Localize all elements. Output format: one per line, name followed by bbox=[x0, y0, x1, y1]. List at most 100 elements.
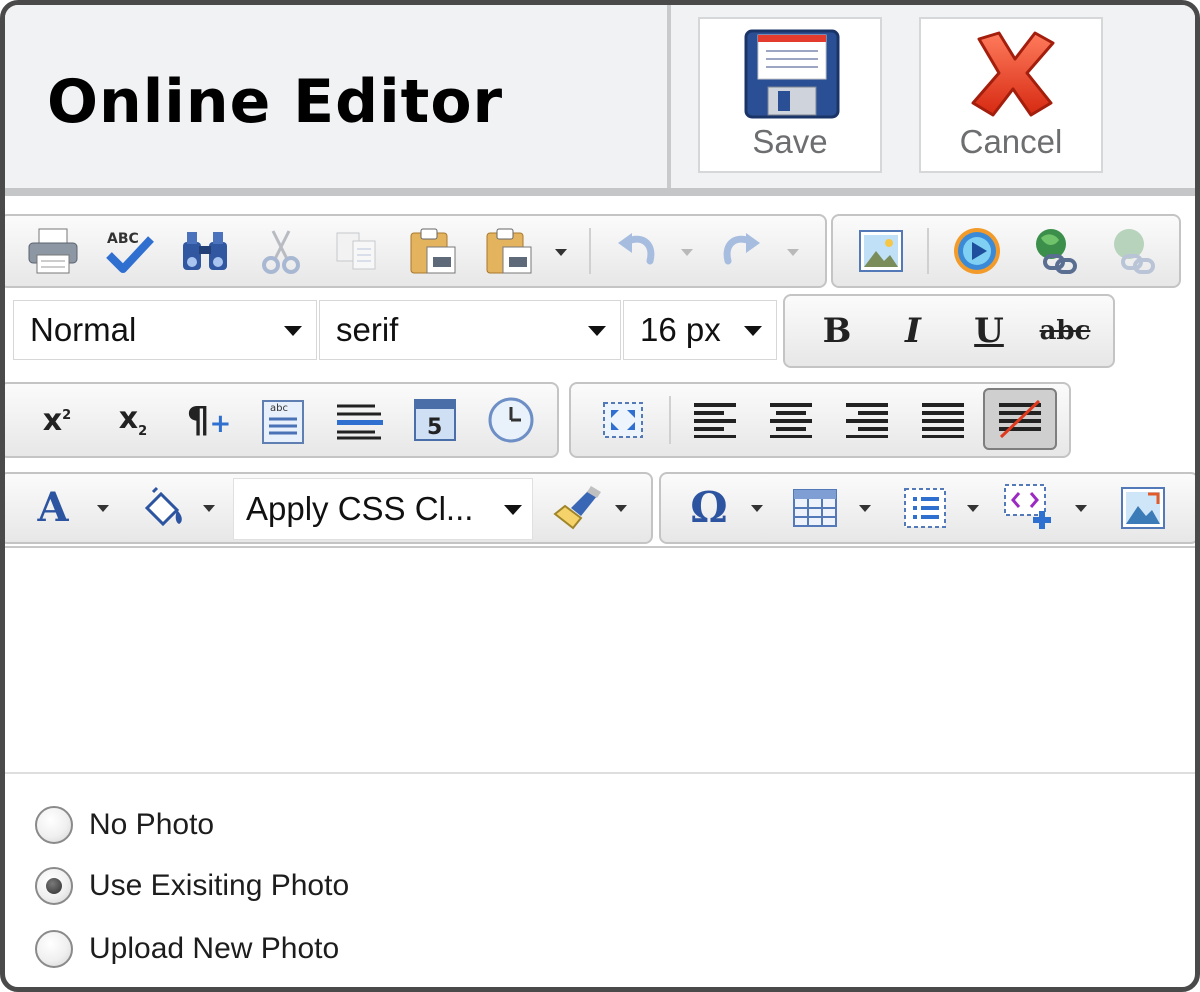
redo-icon bbox=[723, 233, 760, 265]
justify-button[interactable] bbox=[911, 384, 975, 456]
format-painter-icon bbox=[553, 486, 601, 530]
insert-rule-button[interactable] bbox=[327, 384, 391, 456]
template-button[interactable]: abc bbox=[251, 384, 315, 456]
radio-button-selected[interactable] bbox=[35, 867, 73, 905]
remove-format-button[interactable] bbox=[983, 388, 1057, 450]
header-separator bbox=[5, 188, 1195, 196]
undo-icon bbox=[618, 233, 655, 265]
image-manager-icon bbox=[1121, 487, 1165, 529]
radio-label: No Photo bbox=[89, 808, 215, 841]
insert-list-button[interactable] bbox=[893, 474, 957, 542]
toolbar-group-clipboard: ABC bbox=[5, 214, 827, 288]
format-select[interactable]: Normal bbox=[13, 300, 317, 360]
select-all-icon bbox=[603, 402, 643, 438]
snippet-dropdown-arrow[interactable] bbox=[1075, 505, 1087, 512]
align-right-icon bbox=[846, 403, 888, 438]
toolbar-separator bbox=[669, 396, 671, 444]
radio-upload-new-photo[interactable]: Upload New Photo bbox=[35, 927, 339, 971]
spellcheck-button[interactable]: ABC bbox=[97, 216, 161, 286]
undo-dropdown-arrow[interactable] bbox=[681, 249, 693, 256]
radio-button[interactable] bbox=[35, 930, 73, 968]
list-icon bbox=[904, 488, 946, 528]
insert-link-button[interactable] bbox=[1023, 216, 1087, 286]
radio-button[interactable] bbox=[35, 806, 73, 844]
red-x-icon bbox=[965, 29, 1061, 123]
paragraph-button[interactable]: ¶+ bbox=[177, 384, 241, 456]
scissors-icon bbox=[262, 230, 300, 274]
format-painter-button[interactable] bbox=[547, 474, 607, 542]
insert-code-icon bbox=[1004, 484, 1051, 529]
bold-button[interactable]: B bbox=[805, 296, 869, 366]
insert-date-button[interactable]: 5 bbox=[403, 384, 467, 456]
table-dropdown-arrow[interactable] bbox=[859, 505, 871, 512]
strikethrough-button[interactable]: abc bbox=[1033, 296, 1097, 366]
editor-window: Online Editor Save Cancel ABC Normal ser… bbox=[0, 0, 1200, 992]
special-char-dropdown-arrow[interactable] bbox=[751, 505, 763, 512]
media-player-icon bbox=[954, 228, 1000, 274]
font-color-button[interactable]: A bbox=[25, 474, 81, 542]
align-left-icon bbox=[694, 403, 736, 438]
horizontal-rule-icon bbox=[337, 404, 383, 440]
clock-icon bbox=[488, 397, 534, 443]
redo-dropdown-arrow[interactable] bbox=[787, 249, 799, 256]
italic-button[interactable]: I bbox=[881, 296, 945, 366]
css-class-select[interactable]: Apply CSS Cl... bbox=[233, 478, 533, 540]
insert-image-button[interactable] bbox=[849, 216, 913, 286]
subscript-button[interactable]: x2 bbox=[101, 384, 165, 456]
radio-no-photo[interactable]: No Photo bbox=[35, 803, 214, 847]
chevron-down-icon bbox=[284, 326, 302, 336]
copy-icon bbox=[336, 232, 376, 270]
svg-text:5: 5 bbox=[427, 415, 442, 440]
print-button[interactable] bbox=[21, 216, 85, 286]
toolbar-group-style: B I U abc bbox=[783, 294, 1115, 368]
paste-button[interactable] bbox=[401, 216, 465, 286]
chevron-down-icon bbox=[744, 326, 762, 336]
copy-button[interactable] bbox=[325, 216, 389, 286]
paste-icon bbox=[410, 228, 456, 274]
toolbar-group-paragraph: x2 x2 ¶+ abc 5 bbox=[5, 382, 559, 458]
insert-time-button[interactable] bbox=[479, 384, 543, 456]
radio-label: Use Exisiting Photo bbox=[89, 869, 350, 902]
save-label: Save bbox=[752, 123, 828, 160]
list-dropdown-arrow[interactable] bbox=[967, 505, 979, 512]
header-divider bbox=[667, 5, 671, 193]
paste-special-icon bbox=[486, 228, 532, 274]
align-left-button[interactable] bbox=[683, 384, 747, 456]
format-painter-dropdown-arrow[interactable] bbox=[615, 505, 627, 512]
cut-button[interactable] bbox=[249, 216, 313, 286]
editor-content-area[interactable] bbox=[5, 546, 1195, 773]
justify-icon bbox=[922, 403, 964, 438]
toolbar-group-align bbox=[569, 382, 1071, 458]
highlight-color-button[interactable] bbox=[133, 474, 193, 542]
table-icon bbox=[793, 489, 837, 527]
cancel-button[interactable]: Cancel bbox=[919, 17, 1103, 173]
insert-snippet-button[interactable] bbox=[997, 474, 1061, 542]
image-manager-button[interactable] bbox=[1111, 474, 1175, 542]
svg-text:ABC: ABC bbox=[107, 231, 139, 247]
find-button[interactable] bbox=[173, 216, 237, 286]
undo-button[interactable] bbox=[605, 216, 669, 286]
font-family-select[interactable]: serif bbox=[319, 300, 621, 360]
special-char-button[interactable]: Ω bbox=[677, 474, 741, 542]
italic-icon: I bbox=[905, 311, 921, 351]
underline-button[interactable]: U bbox=[957, 296, 1021, 366]
align-center-button[interactable] bbox=[759, 384, 823, 456]
select-all-button[interactable] bbox=[591, 384, 655, 456]
save-button[interactable]: Save bbox=[698, 17, 882, 173]
unlink-button[interactable] bbox=[1101, 216, 1165, 286]
insert-media-button[interactable] bbox=[945, 216, 1009, 286]
align-right-button[interactable] bbox=[835, 384, 899, 456]
highlight-dropdown-arrow[interactable] bbox=[203, 505, 215, 512]
paste-dropdown-arrow[interactable] bbox=[555, 249, 567, 256]
superscript-button[interactable]: x2 bbox=[25, 384, 89, 456]
svg-text:abc: abc bbox=[270, 403, 288, 414]
font-size-select[interactable]: 16 px bbox=[623, 300, 777, 360]
insert-table-button[interactable] bbox=[783, 474, 847, 542]
print-icon bbox=[28, 228, 78, 274]
toolbar-separator bbox=[927, 228, 929, 274]
redo-button[interactable] bbox=[709, 216, 773, 286]
radio-use-existing-photo[interactable]: Use Exisiting Photo bbox=[35, 864, 349, 908]
paste-special-button[interactable] bbox=[477, 216, 541, 286]
remove-format-icon bbox=[999, 399, 1041, 439]
font-color-dropdown-arrow[interactable] bbox=[97, 505, 109, 512]
